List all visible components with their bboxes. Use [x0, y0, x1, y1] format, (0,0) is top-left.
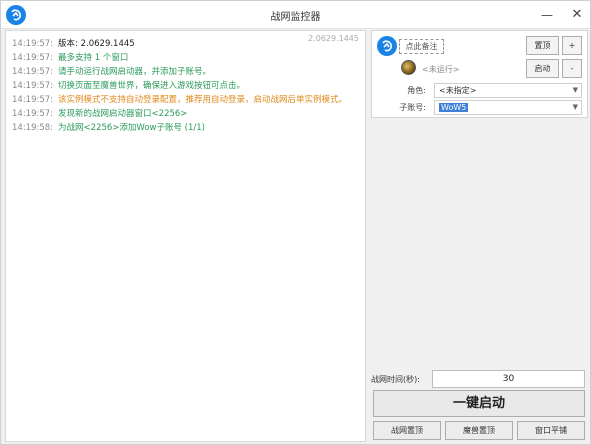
sub-account-select[interactable]: WoW5 ▼	[434, 100, 582, 115]
log-message: 最多支持 1 个窗口	[58, 53, 129, 63]
log-timestamp: 14:19:57:	[12, 53, 54, 63]
wow-game-icon	[401, 60, 416, 75]
log-message: 该实例模式不支持自动登录配置，推荐用自动登录，启动战网后单实例模式。	[58, 95, 348, 105]
log-line: 14:19:57: 该实例模式不支持自动登录配置，推荐用自动登录，启动战网后单实例…	[12, 93, 347, 105]
app-window: 战网监控器 — ✕ 2.0629.1445 14:19:57: 版本: 2.062…	[0, 0, 591, 445]
log-timestamp: 14:19:57:	[12, 39, 54, 49]
log-message: 版本: 2.0629.1445	[58, 39, 135, 49]
close-button[interactable]: ✕	[562, 1, 591, 29]
bnet-top-button[interactable]: 战网置顶	[373, 421, 441, 440]
log-message: 切换页面至魔兽世界，确保进入游戏按钮可点击。	[58, 81, 246, 91]
run-status: <未运行>	[422, 65, 460, 74]
launch-button[interactable]: 启动	[526, 59, 559, 78]
log-message: 请手动运行战网启动器，并添加子账号。	[58, 67, 212, 77]
log-timestamp: 14:19:57:	[12, 109, 54, 119]
bnet-time-input[interactable]: 30	[432, 370, 585, 388]
account-list-area	[371, 122, 588, 362]
role-select[interactable]: <未指定> ▼	[434, 83, 582, 98]
log-timestamp: 14:19:57:	[12, 81, 54, 91]
chevron-down-icon: ▼	[572, 86, 578, 94]
one-click-start-button[interactable]: 一键启动	[373, 390, 585, 417]
battlenet-icon	[377, 36, 397, 56]
minimize-button[interactable]: —	[532, 1, 562, 29]
chevron-down-icon: ▼	[572, 103, 578, 111]
window-title: 战网监控器	[270, 12, 321, 23]
tile-windows-button[interactable]: 窗口平铺	[517, 421, 585, 440]
sub-account-value: WoW5	[439, 103, 469, 112]
role-value: <未指定>	[439, 86, 477, 95]
log-line: 14:19:57: 版本: 2.0629.1445	[12, 37, 135, 49]
log-version: 2.0629.1445	[308, 34, 359, 43]
log-line: 14:19:57: 请手动运行战网启动器，并添加子账号。	[12, 65, 211, 77]
account-card: 点此备注 置顶 + <未运行> 启动 - 角色: <未指定> ▼ 子账号: Wo…	[371, 30, 588, 118]
log-panel[interactable]: 2.0629.1445 14:19:57: 版本: 2.0629.1445 14:…	[5, 30, 366, 442]
bnet-time-label: 战网时间(秒):	[371, 375, 420, 384]
pin-top-button[interactable]: 置顶	[526, 36, 559, 55]
note-field[interactable]: 点此备注	[399, 39, 444, 54]
log-line: 14:19:58: 为战网<2256>添加Wow子账号 (1/1)	[12, 121, 205, 133]
wow-top-button[interactable]: 魔兽置顶	[445, 421, 513, 440]
control-panel: 点此备注 置顶 + <未运行> 启动 - 角色: <未指定> ▼ 子账号: Wo…	[371, 30, 588, 442]
log-message: 为战网<2256>添加Wow子账号 (1/1)	[58, 123, 205, 133]
log-line: 14:19:57: 最多支持 1 个窗口	[12, 51, 128, 63]
log-timestamp: 14:19:58:	[12, 123, 54, 133]
remove-account-button[interactable]: -	[562, 59, 582, 78]
log-timestamp: 14:19:57:	[12, 67, 54, 77]
sub-account-label: 子账号:	[399, 103, 426, 112]
add-account-button[interactable]: +	[562, 36, 582, 55]
title-bar: 战网监控器 — ✕	[1, 1, 590, 29]
role-label: 角色:	[407, 86, 426, 95]
log-line: 14:19:57: 发现新的战网启动器窗口<2256>	[12, 107, 187, 119]
log-line: 14:19:57: 切换页面至魔兽世界，确保进入游戏按钮可点击。	[12, 79, 245, 91]
log-message: 发现新的战网启动器窗口<2256>	[58, 109, 188, 119]
log-timestamp: 14:19:57:	[12, 95, 54, 105]
